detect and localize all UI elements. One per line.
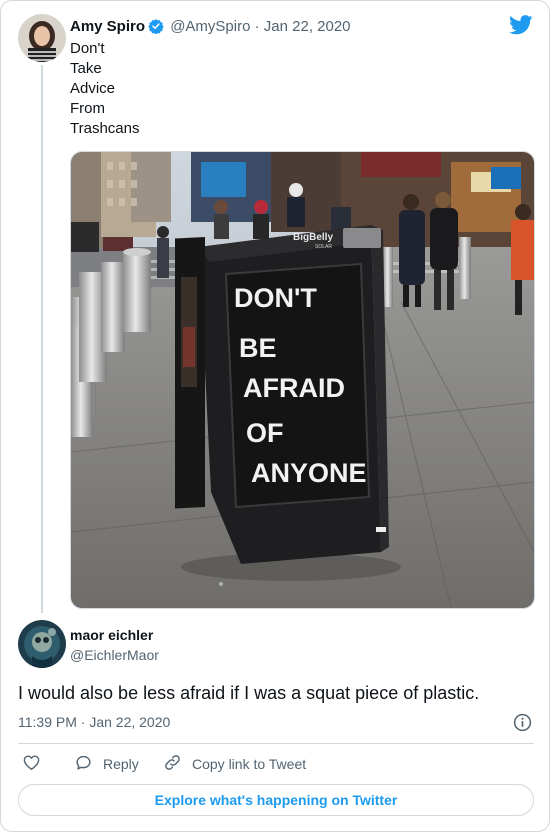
author-name[interactable]: Amy Spiro <box>70 18 145 35</box>
tweet-photo[interactable]: BigBelly SOLAR DON'T BE AFRAID OF ANYONE <box>70 151 535 609</box>
actions-divider <box>18 743 534 744</box>
maor-eichler-avatar[interactable] <box>18 620 66 668</box>
heart-icon <box>22 753 51 775</box>
sign-text-line: DON'T <box>234 283 317 313</box>
reply-icon <box>74 753 103 775</box>
tweet-date-link[interactable]: Jan 22, 2020 <box>264 18 351 35</box>
reply-author-handle[interactable]: @EichlerMaor <box>70 646 159 664</box>
sign-text-line: AFRAID <box>243 373 345 403</box>
header-separator: · <box>254 18 260 35</box>
embedded-tweet-card: Amy Spiro @AmySpiro · Jan 22, 2020 Don't… <box>0 0 550 832</box>
twitter-bird-icon[interactable] <box>509 15 533 40</box>
sign-text-line: ANYONE <box>251 458 367 488</box>
verified-badge-icon <box>148 18 164 39</box>
like-button[interactable] <box>22 753 51 775</box>
reply-button[interactable]: Reply <box>74 753 139 775</box>
tweet-text-line: From <box>70 100 105 117</box>
original-tweet-text: Don't Take Advice From Trashcans <box>70 39 139 139</box>
info-icon[interactable] <box>513 713 532 737</box>
reply-tweet-text: I would also be less afraid if I was a s… <box>18 683 480 703</box>
reply-author-name[interactable]: maor eichler <box>70 626 153 644</box>
tweet-text-line: Advice <box>70 80 116 97</box>
sign-text-line: BE <box>239 333 277 363</box>
original-tweet-header: Amy Spiro @AmySpiro · Jan 22, 2020 <box>70 18 351 39</box>
tweet-text-line: Take <box>70 60 102 77</box>
link-icon <box>163 753 192 775</box>
reply-timestamp-link[interactable]: 11:39 PM · Jan 22, 2020 <box>18 713 170 731</box>
explore-twitter-button[interactable]: Explore what's happening on Twitter <box>18 784 534 816</box>
tweet-text-line: Don't <box>70 40 105 57</box>
brand-logo-sub: SOLAR <box>315 244 332 250</box>
reply-label: Reply <box>103 756 139 772</box>
tweet-text-line: Trashcans <box>70 120 140 137</box>
sign-text-line: OF <box>246 418 284 448</box>
author-handle[interactable]: @AmySpiro <box>170 18 250 35</box>
thread-connector-line <box>41 65 43 613</box>
copy-link-label: Copy link to Tweet <box>192 756 307 772</box>
amy-spiro-avatar[interactable] <box>18 14 66 62</box>
copy-link-button[interactable]: Copy link to Tweet <box>163 753 306 775</box>
brand-logo: BigBelly <box>293 232 333 243</box>
